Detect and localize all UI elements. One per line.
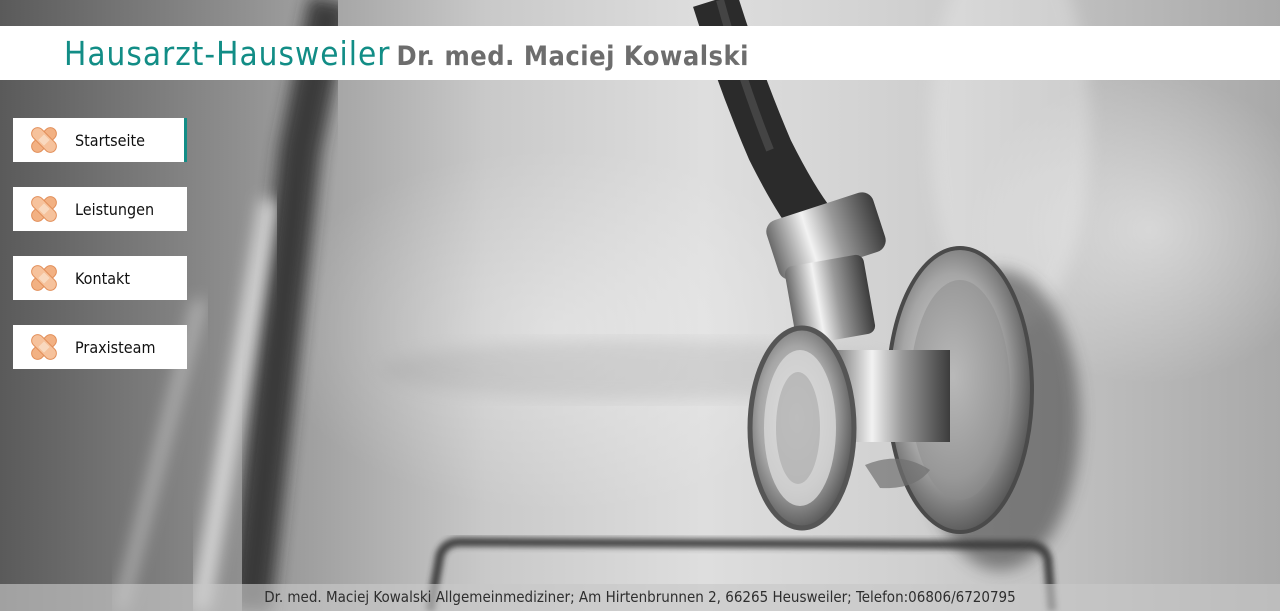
bandage-icon bbox=[31, 196, 57, 222]
nav-item-leistungen[interactable]: Leistungen bbox=[13, 187, 187, 231]
nav-item-label: Startseite bbox=[75, 130, 146, 150]
background-stethoscope-photo bbox=[115, 0, 1090, 611]
nav-item-label: Praxisteam bbox=[75, 337, 156, 357]
site-title[interactable]: Hausarzt-Hausweiler Dr. med. Maciej Kowal… bbox=[64, 30, 749, 81]
page: Hausarzt-Hausweiler Dr. med. Maciej Kowal… bbox=[0, 0, 1280, 611]
main-nav: Startseite Leistungen Kontakt Praxisteam bbox=[13, 118, 187, 394]
footer-bar: Dr. med. Maciej Kowalski Allgemeinmedizi… bbox=[0, 584, 1280, 611]
bandage-icon bbox=[31, 265, 57, 291]
nav-item-startseite[interactable]: Startseite bbox=[13, 118, 187, 162]
footer-contact-text: Dr. med. Maciej Kowalski Allgemeinmedizi… bbox=[264, 588, 1016, 606]
bandage-icon bbox=[31, 127, 57, 153]
doctor-name: Dr. med. Maciej Kowalski bbox=[396, 41, 749, 72]
nav-item-label: Leistungen bbox=[75, 199, 155, 219]
site-brand[interactable]: Hausarzt-Hausweiler bbox=[64, 34, 390, 73]
nav-item-label: Kontakt bbox=[75, 268, 131, 288]
nav-item-kontakt[interactable]: Kontakt bbox=[13, 256, 187, 300]
nav-item-praxisteam[interactable]: Praxisteam bbox=[13, 325, 187, 369]
bandage-icon bbox=[31, 334, 57, 360]
